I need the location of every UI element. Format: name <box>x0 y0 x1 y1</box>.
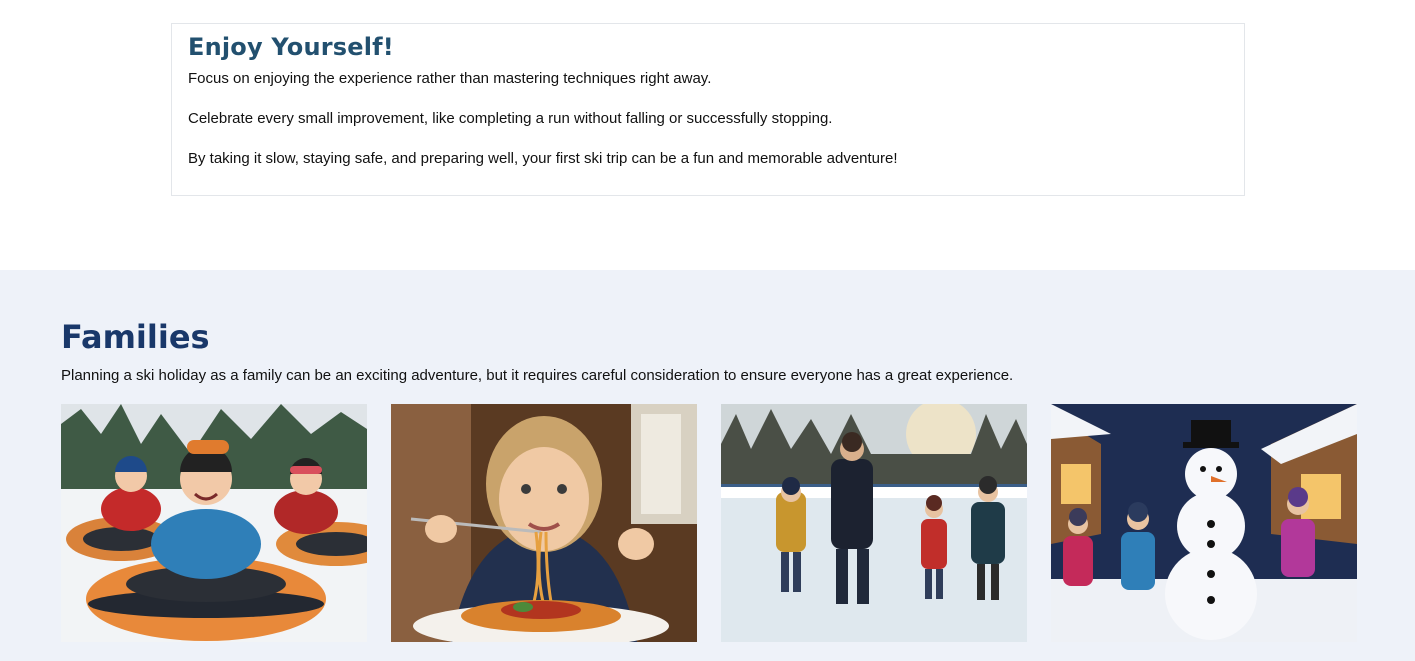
photo-spaghetti[interactable] <box>391 404 697 642</box>
snow-tubing-image <box>61 404 367 642</box>
tip-paragraph: By taking it slow, staying safe, and pre… <box>188 150 898 167</box>
tip-paragraph: Focus on enjoying the experience rather … <box>188 70 712 87</box>
photo-snow-tubing[interactable] <box>61 404 367 642</box>
photo-snowman[interactable] <box>1051 404 1357 642</box>
tip-paragraph: Celebrate every small improvement, like … <box>188 110 833 127</box>
families-section: Families Planning a ski holiday as a fam… <box>0 270 1415 661</box>
spaghetti-image <box>391 404 697 642</box>
top-section: Enjoy Yourself! Focus on enjoying the ex… <box>0 0 1415 270</box>
tip-card: Enjoy Yourself! Focus on enjoying the ex… <box>171 23 1245 196</box>
snowman-image <box>1051 404 1357 642</box>
tip-card-title: Enjoy Yourself! <box>188 33 394 61</box>
photo-ice-skating[interactable] <box>721 404 1027 642</box>
section-intro: Planning a ski holiday as a family can b… <box>61 367 1014 384</box>
ice-skating-image <box>721 404 1027 642</box>
section-title: Families <box>61 318 210 356</box>
photo-gallery <box>61 404 1357 642</box>
